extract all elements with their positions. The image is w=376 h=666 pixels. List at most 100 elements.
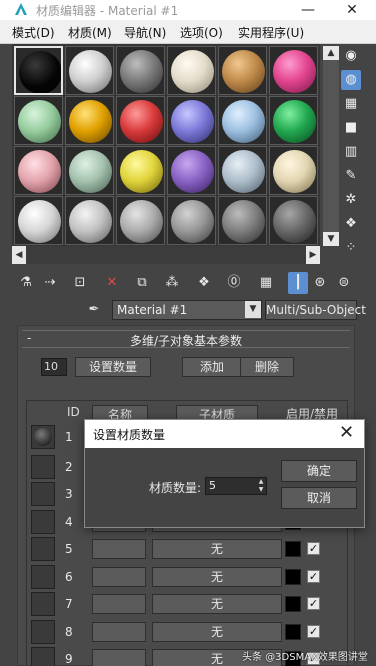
row-color-swatch[interactable] bbox=[285, 541, 301, 557]
row-name-field[interactable] bbox=[92, 539, 146, 559]
material-map-navigator-icon[interactable]: ⁘ bbox=[341, 238, 361, 258]
chevron-down-icon[interactable]: ▼ bbox=[245, 301, 261, 318]
row-sample-slot[interactable] bbox=[31, 425, 55, 449]
close-window-button[interactable]: ✕ bbox=[332, 0, 372, 20]
row-name-field[interactable] bbox=[92, 649, 146, 666]
reset-map-icon[interactable]: ✕ bbox=[102, 272, 122, 294]
row-color-swatch[interactable] bbox=[285, 624, 301, 640]
delete-button[interactable]: 删除 bbox=[240, 357, 294, 377]
sample-slot[interactable] bbox=[167, 146, 216, 195]
sample-slot[interactable] bbox=[14, 46, 63, 95]
vertical-scrollbar[interactable] bbox=[323, 46, 339, 246]
get-material-icon[interactable]: ⚗ bbox=[16, 272, 36, 294]
row-color-swatch[interactable] bbox=[285, 569, 301, 585]
go-to-parent-icon[interactable]: ⊛ bbox=[310, 272, 330, 294]
select-by-material-icon[interactable]: ❖ bbox=[341, 214, 361, 234]
show-end-result-icon[interactable]: ┃ bbox=[288, 272, 308, 294]
scroll-left-icon[interactable]: ◀ bbox=[12, 246, 26, 264]
material-name-field[interactable]: Material #1 bbox=[112, 300, 262, 320]
sample-slot[interactable] bbox=[65, 46, 114, 95]
row-enable-checkbox[interactable]: ✓ bbox=[307, 597, 320, 610]
rollout-header[interactable]: - 多维/子对象基本参数 bbox=[22, 330, 350, 348]
assign-to-selection-icon[interactable]: ⊡ bbox=[70, 272, 90, 294]
cancel-button[interactable]: 取消 bbox=[281, 487, 357, 509]
sample-slot[interactable] bbox=[14, 146, 63, 195]
row-enable-checkbox[interactable]: ✓ bbox=[307, 570, 320, 583]
column-id[interactable]: ID bbox=[67, 405, 80, 419]
put-to-scene-icon[interactable]: ⇢ bbox=[40, 272, 60, 294]
material-id-channel-icon[interactable]: ⓪ bbox=[224, 272, 244, 294]
scroll-right-icon[interactable]: ▶ bbox=[306, 246, 320, 264]
row-sample-slot[interactable] bbox=[31, 510, 55, 534]
row-enable-checkbox[interactable]: ✓ bbox=[307, 542, 320, 555]
sample-slot[interactable] bbox=[269, 46, 318, 95]
show-shaded-map-icon[interactable]: ▦ bbox=[256, 272, 276, 294]
sample-slot[interactable] bbox=[116, 146, 165, 195]
row-sample-slot[interactable] bbox=[31, 592, 55, 616]
uv-tiling-icon[interactable]: ■ bbox=[341, 118, 361, 138]
minimize-button[interactable]: — bbox=[288, 0, 328, 20]
eyedropper-icon[interactable]: ✒ bbox=[85, 301, 103, 319]
sample-slot[interactable] bbox=[116, 196, 165, 245]
sample-slot[interactable] bbox=[269, 196, 318, 245]
spinner-arrows-icon[interactable]: ▲ ▼ bbox=[256, 478, 266, 494]
sample-slot[interactable] bbox=[65, 146, 114, 195]
ok-button[interactable]: 确定 bbox=[281, 460, 357, 482]
sample-slot[interactable] bbox=[14, 196, 63, 245]
sample-slot[interactable] bbox=[167, 96, 216, 145]
menu-options[interactable]: 选项(O) bbox=[180, 24, 223, 41]
row-submaterial-button[interactable]: 无 bbox=[152, 567, 282, 587]
row-sample-slot[interactable] bbox=[31, 455, 55, 479]
copy-material-icon[interactable]: ⧉ bbox=[132, 272, 152, 294]
material-type-button[interactable]: Multi/Sub-Object bbox=[265, 300, 366, 320]
row-sample-slot[interactable] bbox=[31, 482, 55, 506]
sample-slot[interactable] bbox=[167, 46, 216, 95]
row-name-field[interactable] bbox=[92, 567, 146, 587]
sample-slot[interactable] bbox=[218, 196, 267, 245]
sample-slot[interactable] bbox=[65, 196, 114, 245]
backlight-icon[interactable]: ◍ bbox=[341, 70, 361, 90]
row-color-swatch[interactable] bbox=[285, 596, 301, 612]
background-checker-icon[interactable]: ▦ bbox=[341, 94, 361, 114]
menu-material[interactable]: 材质(M) bbox=[68, 24, 112, 41]
add-button[interactable]: 添加 bbox=[182, 357, 242, 377]
menu-navigation[interactable]: 导航(N) bbox=[124, 24, 166, 41]
sample-slot[interactable] bbox=[269, 96, 318, 145]
video-color-check-icon[interactable]: ▥ bbox=[341, 142, 361, 162]
row-sample-slot[interactable] bbox=[31, 620, 55, 644]
sample-slot[interactable] bbox=[14, 96, 63, 145]
scroll-up-icon[interactable]: ▲ bbox=[323, 46, 339, 60]
row-enable-checkbox[interactable]: ✓ bbox=[307, 625, 320, 638]
sample-slot[interactable] bbox=[218, 46, 267, 95]
options-icon[interactable]: ✲ bbox=[341, 190, 361, 210]
row-submaterial-button[interactable]: 无 bbox=[152, 594, 282, 614]
sample-slot[interactable] bbox=[218, 146, 267, 195]
sample-slot[interactable] bbox=[65, 96, 114, 145]
sample-slot[interactable] bbox=[116, 46, 165, 95]
row-name-field[interactable] bbox=[92, 594, 146, 614]
sample-type-icon[interactable]: ◉ bbox=[341, 46, 361, 66]
sample-slot[interactable] bbox=[218, 96, 267, 145]
scroll-down-icon[interactable]: ▼ bbox=[323, 232, 339, 246]
menu-utilities[interactable]: 实用程序(U) bbox=[238, 24, 304, 41]
set-count-button[interactable]: 设置数量 bbox=[75, 357, 151, 377]
row-sample-slot[interactable] bbox=[31, 537, 55, 561]
row-sample-slot[interactable] bbox=[31, 647, 55, 666]
collapse-icon[interactable]: - bbox=[27, 331, 31, 345]
row-sample-slot[interactable] bbox=[31, 565, 55, 589]
horizontal-scrollbar[interactable]: ◀ ▶ bbox=[12, 246, 320, 264]
row-submaterial-button[interactable]: 无 bbox=[152, 622, 282, 642]
sample-slot[interactable] bbox=[167, 196, 216, 245]
put-to-library-icon[interactable]: ❖ bbox=[194, 272, 214, 294]
go-forward-sibling-icon[interactable]: ⊜ bbox=[334, 272, 354, 294]
menu-mode[interactable]: 模式(D) bbox=[12, 24, 55, 41]
make-unique-icon[interactable]: ⁂ bbox=[162, 272, 182, 294]
sample-sphere bbox=[69, 50, 112, 93]
make-preview-icon[interactable]: ✎ bbox=[341, 166, 361, 186]
close-icon[interactable]: ✕ bbox=[339, 422, 354, 444]
sample-slot[interactable] bbox=[116, 96, 165, 145]
sample-slot[interactable] bbox=[269, 146, 318, 195]
row-submaterial-button[interactable]: 无 bbox=[152, 539, 282, 559]
material-count-field[interactable]: 10 bbox=[41, 358, 67, 376]
row-name-field[interactable] bbox=[92, 622, 146, 642]
